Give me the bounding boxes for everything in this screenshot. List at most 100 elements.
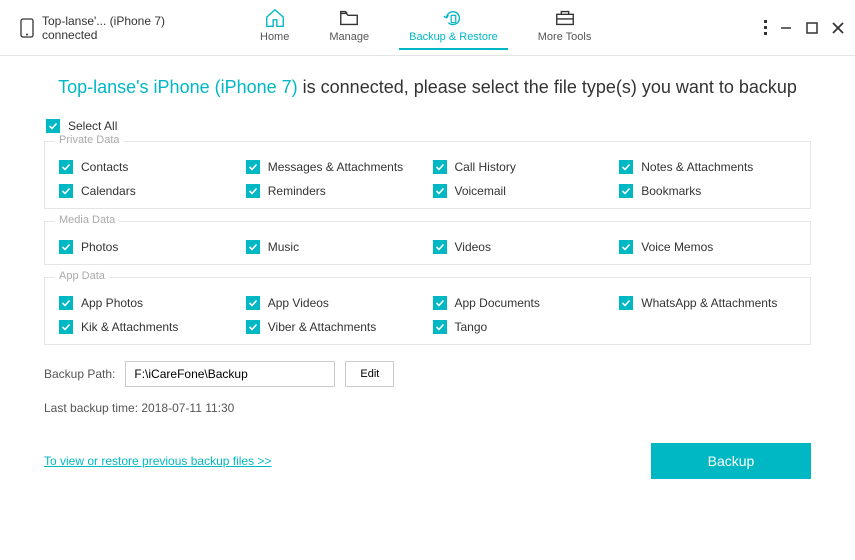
home-icon — [263, 7, 287, 29]
file-type-item[interactable]: Videos — [433, 240, 610, 254]
maximize-icon[interactable] — [805, 21, 819, 35]
checkbox-icon — [619, 184, 633, 198]
item-label: Kik & Attachments — [81, 320, 178, 334]
item-label: Videos — [455, 240, 491, 254]
checkbox-icon — [433, 296, 447, 310]
backup-button[interactable]: Backup — [651, 443, 811, 479]
footer: To view or restore previous backup files… — [44, 443, 811, 479]
file-type-item[interactable]: Notes & Attachments — [619, 160, 796, 174]
headline-device: Top-lanse's iPhone (iPhone 7) — [58, 77, 298, 97]
file-type-item[interactable]: Call History — [433, 160, 610, 174]
item-label: Tango — [455, 320, 488, 334]
item-label: Notes & Attachments — [641, 160, 753, 174]
file-type-item[interactable]: WhatsApp & Attachments — [619, 296, 796, 310]
checkbox-icon — [619, 240, 633, 254]
item-label: Reminders — [268, 184, 326, 198]
menu-icon[interactable] — [764, 20, 767, 35]
group-grid: Photos Music Videos Voice Memos — [59, 240, 796, 254]
toolbox-icon — [553, 7, 577, 29]
file-type-item[interactable]: Calendars — [59, 184, 236, 198]
tab-manage[interactable]: Manage — [329, 7, 369, 49]
tab-label: Backup & Restore — [409, 31, 498, 43]
tab-home[interactable]: Home — [260, 7, 289, 49]
checkbox-icon — [46, 119, 60, 133]
checkbox-icon — [246, 184, 260, 198]
item-label: Messages & Attachments — [268, 160, 403, 174]
file-type-item[interactable]: Kik & Attachments — [59, 320, 236, 334]
item-label: Voice Memos — [641, 240, 713, 254]
checkbox-icon — [433, 184, 447, 198]
group-private-data: Private Data ContactsMessages & Attachme… — [44, 141, 811, 209]
group-grid: App Photos App Videos App Documents WhatsAp… — [59, 296, 796, 334]
checkbox-icon — [246, 296, 260, 310]
checkbox-icon — [246, 160, 260, 174]
file-type-item[interactable]: Photos — [59, 240, 236, 254]
file-type-item[interactable]: App Photos — [59, 296, 236, 310]
edit-button[interactable]: Edit — [345, 361, 394, 387]
folder-icon — [337, 7, 361, 29]
tab-label: Home — [260, 31, 289, 43]
backup-path-row: Backup Path: Edit — [44, 361, 811, 387]
phone-icon — [20, 18, 34, 38]
item-label: App Documents — [455, 296, 540, 310]
headline: Top-lanse's iPhone (iPhone 7) is connect… — [44, 74, 811, 101]
checkbox-icon — [433, 160, 447, 174]
select-all[interactable]: Select All — [46, 119, 811, 133]
checkbox-icon — [59, 240, 73, 254]
item-label: Music — [268, 240, 299, 254]
tab-label: Manage — [329, 31, 369, 43]
group-grid: Contacts Messages & Attachments Call Histo… — [59, 160, 796, 198]
item-label: Calendars — [81, 184, 136, 198]
titlebar: Top-lanse'... (iPhone 7) connected Home … — [0, 0, 855, 56]
file-type-item[interactable]: Tango — [433, 320, 610, 334]
device-info: Top-lanse'... (iPhone 7) connected — [20, 14, 220, 42]
last-backup-time: Last backup time: 2018-07-11 11:30 — [44, 401, 811, 415]
select-all-label: Select All — [68, 119, 117, 133]
minimize-icon[interactable] — [779, 21, 793, 35]
item-label: App Photos — [81, 296, 143, 310]
group-title: Private Data — [55, 134, 124, 146]
main-content: Top-lanse's iPhone (iPhone 7) is connect… — [0, 56, 855, 560]
file-type-item[interactable]: Contacts — [59, 160, 236, 174]
group-title: Media Data — [55, 214, 119, 226]
file-type-item[interactable]: Voicemail — [433, 184, 610, 198]
tab-backup-restore[interactable]: Backup & Restore — [409, 7, 498, 49]
headline-text: is connected, please select the file typ… — [298, 77, 797, 97]
window-controls — [764, 20, 845, 35]
checkbox-icon — [433, 240, 447, 254]
checkbox-icon — [619, 296, 633, 310]
item-label: Photos — [81, 240, 118, 254]
file-type-item[interactable]: Reminders — [246, 184, 423, 198]
restore-icon — [441, 7, 465, 29]
restore-link[interactable]: To view or restore previous backup files… — [44, 454, 271, 468]
group-media-data: Media Data PhotosMusicVideosVoice Memos — [44, 221, 811, 265]
file-type-item[interactable]: App Documents — [433, 296, 610, 310]
app-window: Top-lanse'... (iPhone 7) connected Home … — [0, 0, 855, 560]
item-label: App Videos — [268, 296, 329, 310]
backup-path-label: Backup Path: — [44, 367, 115, 381]
checkbox-icon — [59, 320, 73, 334]
tab-more-tools[interactable]: More Tools — [538, 7, 592, 49]
checkbox-icon — [433, 320, 447, 334]
group-title: App Data — [55, 270, 109, 282]
item-label: Viber & Attachments — [268, 320, 377, 334]
close-icon[interactable] — [831, 21, 845, 35]
file-type-item[interactable]: Viber & Attachments — [246, 320, 423, 334]
file-type-item[interactable]: App Videos — [246, 296, 423, 310]
file-type-item[interactable]: Messages & Attachments — [246, 160, 423, 174]
device-name: Top-lanse'... (iPhone 7) — [42, 14, 165, 28]
item-label: Call History — [455, 160, 516, 174]
checkbox-icon — [246, 320, 260, 334]
file-type-item[interactable]: Bookmarks — [619, 184, 796, 198]
backup-path-input[interactable] — [125, 361, 335, 387]
checkbox-icon — [59, 184, 73, 198]
nav-tabs: Home Manage Backup & Restore More Tools — [260, 7, 764, 49]
checkbox-icon — [59, 160, 73, 174]
item-label: Contacts — [81, 160, 128, 174]
tab-label: More Tools — [538, 31, 592, 43]
group-app-data: App Data App PhotosApp VideosApp Documen… — [44, 277, 811, 345]
item-label: Voicemail — [455, 184, 506, 198]
file-type-item[interactable]: Music — [246, 240, 423, 254]
file-type-item[interactable]: Voice Memos — [619, 240, 796, 254]
checkbox-icon — [246, 240, 260, 254]
